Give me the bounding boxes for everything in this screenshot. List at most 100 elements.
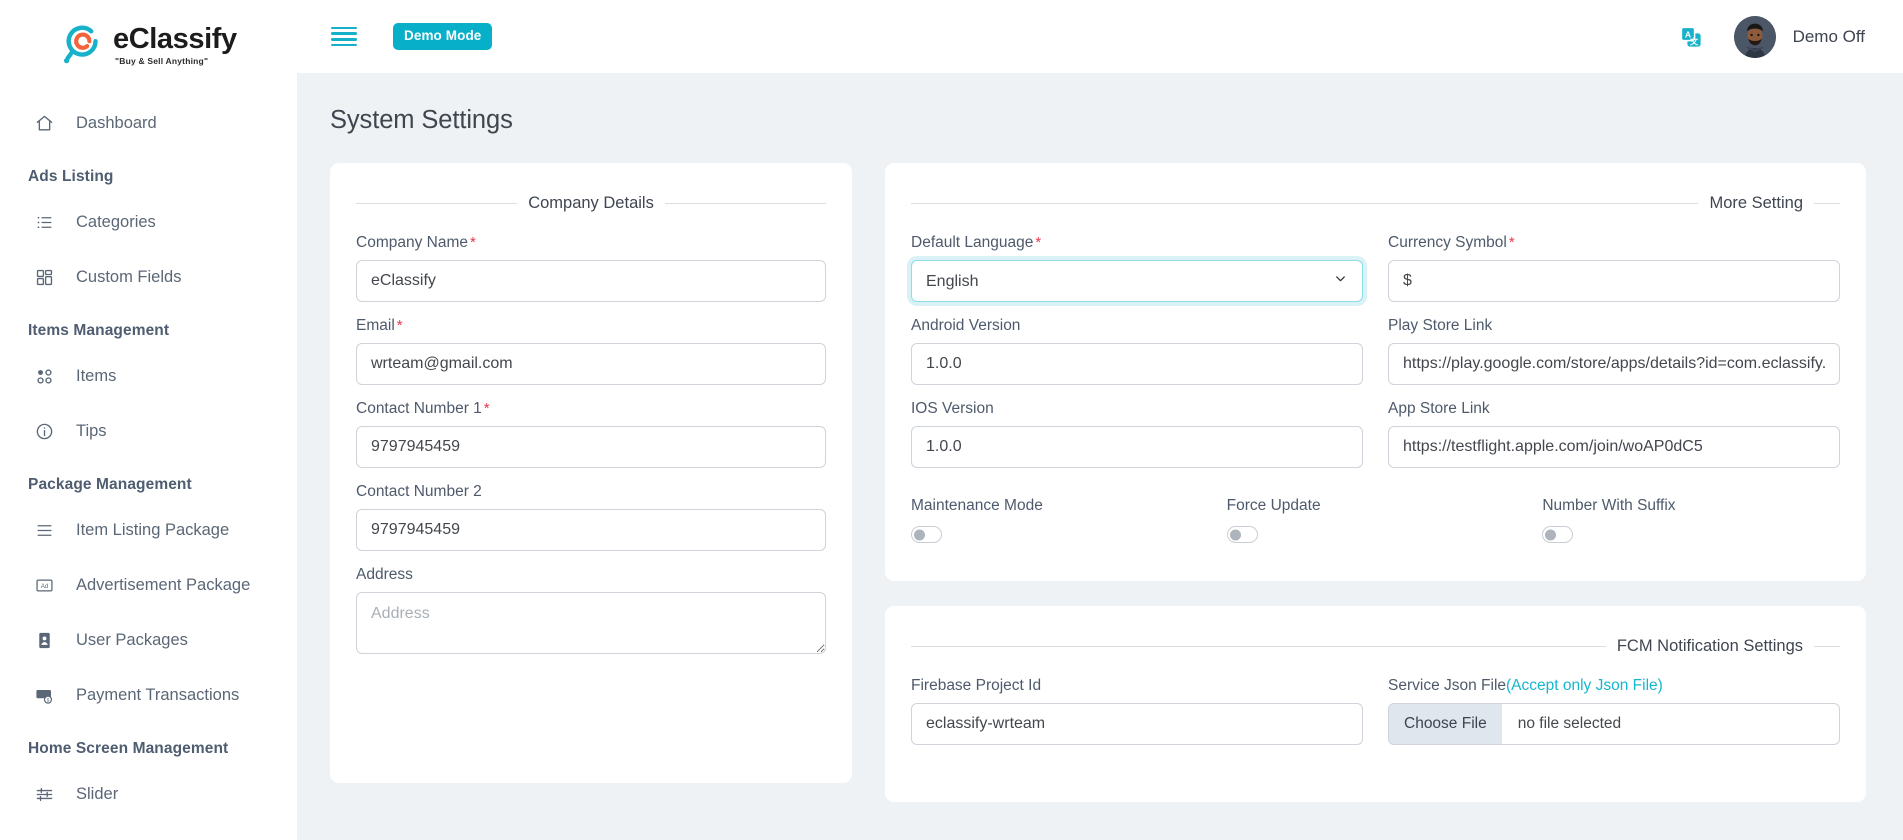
sidebar-item-item-listing-package[interactable]: Item Listing Package: [0, 503, 297, 558]
service-json-file-label: Service Json File(Accept only Json File): [1388, 677, 1840, 695]
toggle-force-update: Force Update: [1227, 497, 1525, 543]
play-store-link-input[interactable]: [1388, 343, 1840, 385]
sidebar-item-label: User Packages: [76, 631, 188, 650]
company-details-column: Company Details Company Name* Email*: [330, 163, 852, 783]
ad-box-icon: Ad: [33, 575, 55, 597]
sidebar: eClassify "Buy & Sell Anything" Dashboar…: [0, 0, 297, 840]
service-json-file-input[interactable]: Choose File no file selected: [1388, 703, 1840, 745]
demo-mode-badge[interactable]: Demo Mode: [393, 23, 492, 50]
ios-version-input[interactable]: [911, 426, 1363, 468]
avatar[interactable]: [1734, 16, 1776, 58]
label-text: Service Json File: [1388, 677, 1506, 694]
company-name-input[interactable]: [356, 260, 826, 302]
page-title: System Settings: [330, 106, 1866, 135]
android-version-input[interactable]: [911, 343, 1363, 385]
firebase-project-id-label: Firebase Project Id: [911, 677, 1363, 695]
sidebar-item-custom-fields[interactable]: Custom Fields: [0, 250, 297, 305]
sidebar-section-home-screen-management: Home Screen Management: [0, 723, 297, 767]
field-ios-version: IOS Version: [911, 400, 1363, 468]
service-json-hint: (Accept only Json File): [1506, 677, 1663, 694]
sidebar-nav: Dashboard Ads Listing Categories Custom …: [0, 90, 297, 840]
menu-lines-icon: [33, 520, 55, 542]
sidebar-item-feature-section[interactable]: Feature Section: [0, 822, 297, 840]
legend-label: Company Details: [517, 194, 665, 213]
email-label: Email*: [356, 317, 826, 335]
settings-columns: Company Details Company Name* Email*: [330, 163, 1866, 802]
hamburger-icon[interactable]: [331, 26, 357, 48]
content-area: System Settings Company Details Company …: [297, 73, 1903, 840]
default-language-select-wrap: English: [911, 260, 1363, 302]
required-asterisk: *: [1509, 234, 1515, 251]
label-text: Currency Symbol: [1388, 234, 1507, 251]
list-icon: [33, 212, 55, 234]
contact-number-2-input[interactable]: [356, 509, 826, 551]
sidebar-item-label: Categories: [76, 213, 156, 232]
sidebar-item-categories[interactable]: Categories: [0, 195, 297, 250]
required-asterisk: *: [484, 400, 490, 417]
company-details-card: Company Details Company Name* Email*: [330, 163, 852, 783]
legend-line-right: [665, 203, 826, 204]
choose-file-button[interactable]: Choose File: [1389, 704, 1502, 744]
svg-text:文: 文: [1689, 36, 1698, 46]
field-service-json-file: Service Json File(Accept only Json File)…: [1388, 677, 1840, 745]
company-details-legend: Company Details: [356, 194, 826, 213]
currency-symbol-input[interactable]: [1388, 260, 1840, 302]
ios-version-label: IOS Version: [911, 400, 1363, 418]
home-icon: [33, 113, 55, 135]
field-default-language: Default Language* English: [911, 234, 1363, 302]
number-with-suffix-label: Number With Suffix: [1542, 497, 1840, 515]
sidebar-item-label: Custom Fields: [76, 268, 181, 287]
required-asterisk: *: [1035, 234, 1041, 251]
force-update-switch[interactable]: [1227, 526, 1258, 543]
legend-line-right: [1814, 203, 1840, 204]
sidebar-item-slider[interactable]: Slider: [0, 767, 297, 822]
field-contact-number-1: Contact Number 1*: [356, 400, 826, 468]
field-address: Address: [356, 566, 826, 659]
label-text: Email: [356, 317, 395, 334]
address-textarea[interactable]: [356, 592, 826, 654]
company-name-label: Company Name*: [356, 234, 826, 252]
contact-number-2-label: Contact Number 2: [356, 483, 826, 501]
user-name[interactable]: Demo Off: [1793, 27, 1865, 47]
sidebar-item-tips[interactable]: Tips: [0, 404, 297, 459]
maintenance-mode-label: Maintenance Mode: [911, 497, 1209, 515]
label-text: Default Language: [911, 234, 1033, 251]
more-settings-column: More Setting Default Language* Eng: [885, 163, 1866, 802]
app-store-link-input[interactable]: [1388, 426, 1840, 468]
number-with-suffix-switch[interactable]: [1542, 526, 1573, 543]
sidebar-item-payment-transactions[interactable]: $ Payment Transactions: [0, 668, 297, 723]
more-setting-grid: Default Language* English: [911, 234, 1840, 483]
legend-label: FCM Notification Settings: [1606, 637, 1814, 656]
field-firebase-project-id: Firebase Project Id: [911, 677, 1363, 745]
legend-line-left: [911, 646, 1606, 647]
fcm-notification-card: FCM Notification Settings Firebase Proje…: [885, 606, 1866, 802]
field-company-name: Company Name*: [356, 234, 826, 302]
contact-number-1-label: Contact Number 1*: [356, 400, 826, 418]
email-input[interactable]: [356, 343, 826, 385]
address-label: Address: [356, 566, 826, 584]
legend-line-left: [356, 203, 517, 204]
force-update-label: Force Update: [1227, 497, 1525, 515]
switch-knob: [1230, 529, 1241, 540]
more-setting-legend: More Setting: [911, 194, 1840, 213]
more-setting-card: More Setting Default Language* Eng: [885, 163, 1866, 581]
sidebar-item-user-packages[interactable]: User Packages: [0, 613, 297, 668]
sidebar-item-items[interactable]: Items: [0, 349, 297, 404]
toggle-number-with-suffix: Number With Suffix: [1542, 497, 1840, 543]
sidebar-item-advertisement-package[interactable]: Ad Advertisement Package: [0, 558, 297, 613]
app-root: eClassify "Buy & Sell Anything" Dashboar…: [0, 0, 1903, 840]
brand-header[interactable]: eClassify "Buy & Sell Anything": [0, 0, 297, 90]
default-language-label: Default Language*: [911, 234, 1363, 252]
required-asterisk: *: [470, 234, 476, 251]
field-android-version: Android Version: [911, 317, 1363, 385]
brand-tagline: "Buy & Sell Anything": [115, 57, 237, 66]
translate-icon[interactable]: A 文: [1678, 24, 1704, 50]
firebase-project-id-input[interactable]: [911, 703, 1363, 745]
maintenance-mode-switch[interactable]: [911, 526, 942, 543]
app-store-link-label: App Store Link: [1388, 400, 1840, 418]
sidebar-section-ads-listing: Ads Listing: [0, 151, 297, 195]
sidebar-item-dashboard[interactable]: Dashboard: [0, 96, 297, 151]
default-language-select[interactable]: English: [911, 260, 1363, 302]
field-contact-number-2: Contact Number 2: [356, 483, 826, 551]
contact-number-1-input[interactable]: [356, 426, 826, 468]
